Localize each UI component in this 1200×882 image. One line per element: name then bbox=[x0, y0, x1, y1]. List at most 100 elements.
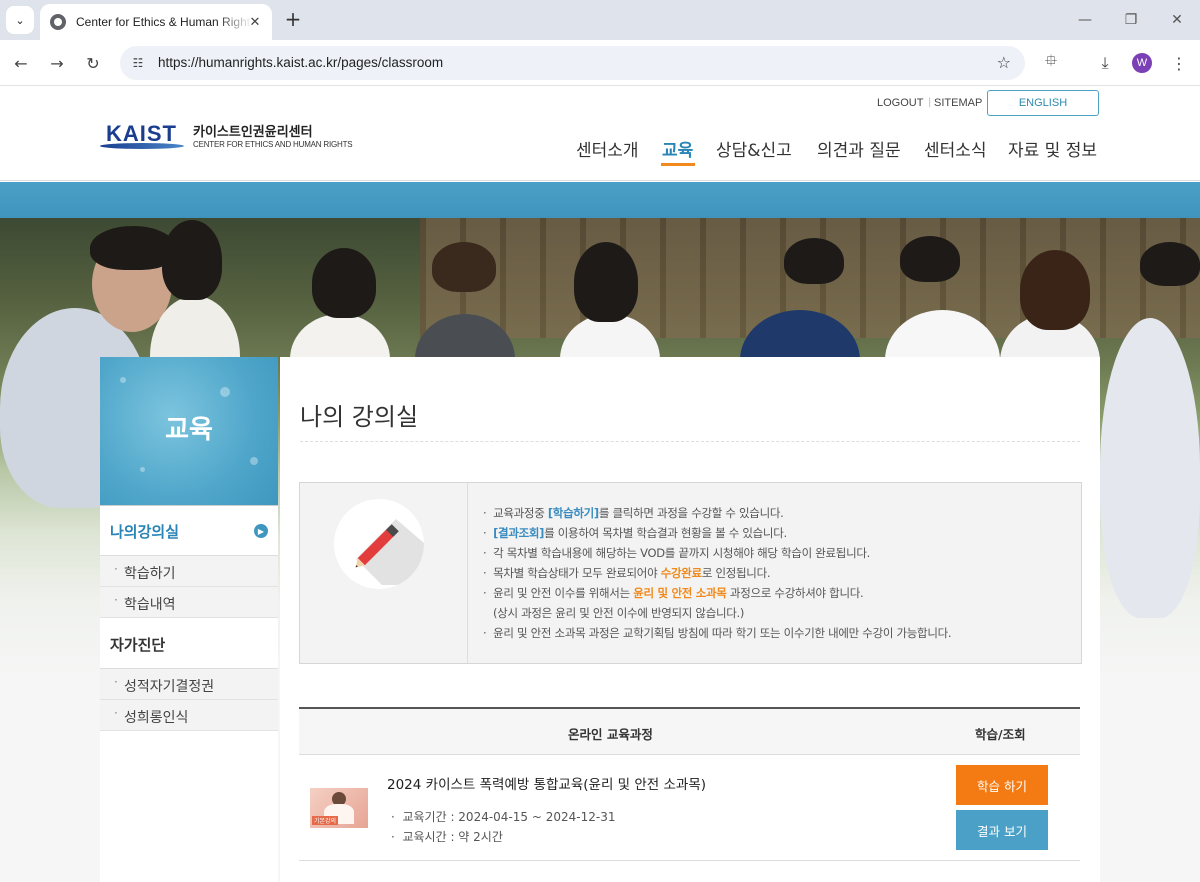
hero-person-hair bbox=[574, 242, 638, 322]
tab-title: Center for Ethics & Human Rights bbox=[76, 15, 252, 29]
kebab-menu-icon: ⋮ bbox=[1171, 53, 1187, 73]
back-button[interactable]: ← bbox=[8, 50, 34, 76]
sidebar-item-self-diagnosis[interactable]: 자가진단 bbox=[100, 619, 278, 669]
hero-person-hair bbox=[900, 236, 960, 282]
site-info-icon[interactable]: ☷ bbox=[130, 55, 146, 71]
util-separator: | bbox=[928, 97, 932, 108]
sidebar-subitem-history[interactable]: · 학습내역 bbox=[100, 587, 278, 618]
header-band bbox=[0, 182, 1200, 218]
hero-person-hair bbox=[432, 242, 496, 292]
pencil-icon bbox=[334, 499, 424, 589]
hero-person-hair bbox=[1140, 242, 1200, 286]
column-header-course: 온라인 교육과정 bbox=[568, 727, 653, 742]
english-button[interactable]: ENGLISH bbox=[987, 90, 1099, 116]
sidebar-item-my-classroom[interactable]: 나의강의실 ▶ bbox=[100, 506, 278, 556]
restore-button[interactable]: ❐ bbox=[1116, 8, 1146, 32]
hero-person bbox=[1100, 318, 1200, 618]
arrow-right-circle-icon: ▶ bbox=[254, 524, 268, 538]
site-header: KAIST 카이스트인권윤리센터 CENTER FOR ETHICS AND H… bbox=[0, 87, 1200, 181]
chevron-down-icon: ⌄ bbox=[15, 13, 25, 27]
guide-item: · [결과조회]를 이용하여 목차별 학습결과 현황을 볼 수 있습니다. bbox=[483, 526, 787, 540]
study-button[interactable]: 학습 하기 bbox=[956, 765, 1048, 805]
extensions-button[interactable]: ⯐ bbox=[1038, 50, 1064, 76]
kaist-logo[interactable]: KAIST 카이스트인권윤리센터 CENTER FOR ETHICS AND H… bbox=[100, 121, 360, 151]
guide-list: · 교육과정중 [학습하기]를 클릭하면 과정을 수강할 수 있습니다. · [… bbox=[483, 503, 952, 643]
logo-swoosh bbox=[100, 143, 184, 149]
guide-item: · 윤리 및 안전 소과목 과정은 교학기획팀 방침에 따라 학기 또는 이수기… bbox=[483, 626, 952, 640]
arrow-left-icon: ← bbox=[14, 53, 28, 73]
sidebar-subitem-label: 성희롱인식 bbox=[124, 710, 189, 726]
main-content: 나의 강의실 · 교육과정중 [학습하기]를 클릭하면 과정을 수강할 수 있습… bbox=[280, 357, 1100, 882]
guide-item: · 교육과정중 [학습하기]를 클릭하면 과정을 수강할 수 있습니다. bbox=[483, 506, 784, 520]
sidebar-subitem-label: 학습내역 bbox=[124, 597, 176, 613]
hero-person-hair bbox=[1020, 250, 1090, 330]
reload-button[interactable]: ↻ bbox=[80, 50, 106, 76]
sitemap-link[interactable]: SITEMAP bbox=[934, 97, 982, 109]
gnb-center-news[interactable]: 센터소식 bbox=[924, 136, 987, 161]
close-tab-button[interactable]: ✕ bbox=[246, 13, 264, 31]
logo-korean-name: 카이스트인권윤리센터 bbox=[193, 125, 313, 140]
reload-icon: ↻ bbox=[86, 53, 100, 73]
gnb-education[interactable]: 교육 bbox=[662, 136, 693, 161]
guide-icon-area bbox=[300, 483, 468, 663]
hero-person-hair bbox=[162, 220, 222, 300]
bullet: · bbox=[114, 562, 118, 576]
bullet: · bbox=[114, 675, 118, 689]
logout-link[interactable]: LOGOUT bbox=[877, 97, 923, 109]
table-row: 기본강의 2024 카이스트 폭력예방 통합교육(윤리 및 안전 소과목) · … bbox=[299, 755, 1080, 861]
globe-icon bbox=[50, 14, 66, 30]
profile-avatar[interactable]: W bbox=[1132, 53, 1152, 73]
sidebar-title: 교육 bbox=[165, 415, 213, 445]
tab-search-button[interactable]: ⌄ bbox=[6, 6, 34, 34]
column-header-action: 학습/조회 bbox=[975, 727, 1026, 742]
sidebar-subitem-study[interactable]: · 학습하기 bbox=[100, 556, 278, 587]
puzzle-icon: ⯐ bbox=[1044, 50, 1057, 70]
sidebar-item-label: 자가진단 bbox=[110, 636, 166, 654]
guide-item: · 윤리 및 안전 이수를 위해서는 윤리 및 안전 소과목 과정으로 수강하셔… bbox=[483, 586, 864, 600]
guide-item: · 목차별 학습상태가 모두 완료되어야 수강완료로 인정됩니다. bbox=[483, 566, 771, 580]
logo-english-name: CENTER FOR ETHICS AND HUMAN RIGHTS bbox=[193, 140, 353, 149]
gnb-center-intro[interactable]: 센터소개 bbox=[576, 136, 639, 161]
course-duration: · 교육시간 : 약 2시간 bbox=[391, 830, 503, 844]
course-thumbnail: 기본강의 bbox=[310, 788, 368, 828]
sidebar-subitem-label: 성적자기결정권 bbox=[124, 679, 215, 695]
guide-box: · 교육과정중 [학습하기]를 클릭하면 과정을 수강할 수 있습니다. · [… bbox=[299, 482, 1082, 664]
download-icon: ⤓ bbox=[1101, 53, 1109, 72]
bullet: · bbox=[114, 706, 118, 720]
bookmark-star-icon[interactable]: ☆ bbox=[997, 53, 1011, 72]
gnb-active-indicator bbox=[661, 163, 695, 166]
minimize-button[interactable]: — bbox=[1070, 8, 1100, 32]
sidebar-subitem-harassment-awareness[interactable]: · 성희롱인식 bbox=[100, 700, 278, 731]
sidebar-subitem-label: 학습하기 bbox=[124, 566, 176, 582]
gnb-opinions-questions[interactable]: 의견과 질문 bbox=[817, 136, 901, 161]
new-tab-button[interactable]: + bbox=[282, 8, 304, 30]
left-sidebar: 교육 나의강의실 ▶ · 학습하기 · 학습내역 자가진단 · 성적자기결정권 … bbox=[100, 357, 278, 882]
gnb-resources-info[interactable]: 자료 및 정보 bbox=[1008, 136, 1097, 161]
browser-tabbar: ⌄ Center for Ethics & Human Rights ✕ + —… bbox=[0, 0, 1200, 40]
browser-toolbar: ← → ↻ ☷ https://humanrights.kaist.ac.kr/… bbox=[0, 40, 1200, 86]
forward-button[interactable]: → bbox=[44, 50, 70, 76]
thumbnail-tag: 기본강의 bbox=[312, 816, 339, 825]
downloads-button[interactable]: ⤓ bbox=[1092, 50, 1118, 76]
url-text: https://humanrights.kaist.ac.kr/pages/cl… bbox=[158, 55, 444, 70]
bullet: · bbox=[114, 593, 118, 607]
address-bar[interactable]: ☷ https://humanrights.kaist.ac.kr/pages/… bbox=[120, 46, 1025, 80]
sidebar-title-box: 교육 bbox=[100, 357, 278, 506]
table-header: 온라인 교육과정 학습/조회 bbox=[299, 707, 1080, 755]
arrow-right-icon: → bbox=[50, 53, 64, 73]
title-divider bbox=[300, 441, 1080, 442]
browser-tab[interactable]: Center for Ethics & Human Rights ✕ bbox=[40, 4, 272, 40]
page-title: 나의 강의실 bbox=[300, 403, 419, 431]
close-window-button[interactable]: ✕ bbox=[1162, 8, 1192, 32]
view-result-button[interactable]: 결과 보기 bbox=[956, 810, 1048, 850]
browser-menu-button[interactable]: ⋮ bbox=[1166, 50, 1192, 76]
course-period: · 교육기간 : 2024-04-15 ~ 2024-12-31 bbox=[391, 810, 616, 824]
sidebar-subitem-sexual-self-determination[interactable]: · 성적자기결정권 bbox=[100, 669, 278, 700]
guide-item-note: (상시 과정은 윤리 및 안전 이수에 반영되지 않습니다.) bbox=[493, 606, 745, 620]
course-title: 2024 카이스트 폭력예방 통합교육(윤리 및 안전 소과목) bbox=[387, 777, 707, 793]
guide-item: · 각 목차별 학습내용에 해당하는 VOD를 끝까지 시청해야 해당 학습이 … bbox=[483, 546, 870, 560]
hero-person-hair bbox=[784, 238, 844, 284]
hero-person-hair bbox=[312, 248, 376, 318]
gnb-counseling-report[interactable]: 상담&신고 bbox=[716, 136, 792, 161]
sidebar-item-label: 나의강의실 bbox=[110, 523, 180, 541]
